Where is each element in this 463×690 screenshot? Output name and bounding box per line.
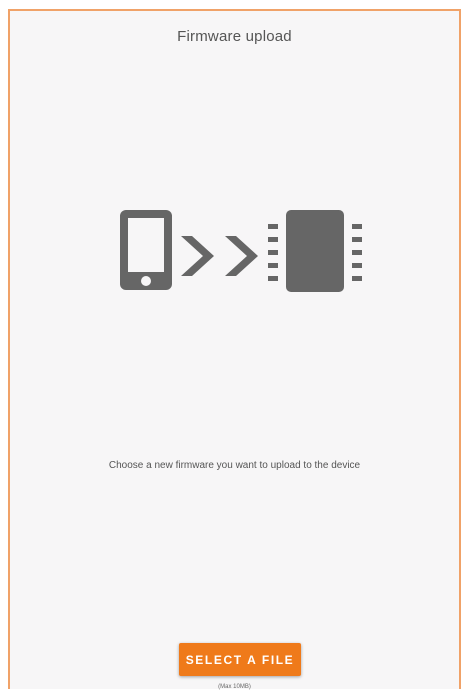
select-file-button[interactable]: SELECT A FILE — [179, 643, 301, 676]
upload-illustration — [120, 210, 362, 292]
max-size-note: (Max 10MB) — [218, 684, 251, 690]
page-title: Firmware upload — [177, 28, 292, 45]
chevron-right-icon — [225, 236, 258, 276]
firmware-upload-panel: Firmware upload Choose a new firmware yo… — [8, 9, 461, 690]
upload-instructions: Choose a new firmware you want to upload… — [108, 460, 361, 471]
phone-icon — [120, 210, 172, 290]
chip-icon — [268, 210, 362, 292]
chevron-right-icon — [181, 236, 214, 276]
